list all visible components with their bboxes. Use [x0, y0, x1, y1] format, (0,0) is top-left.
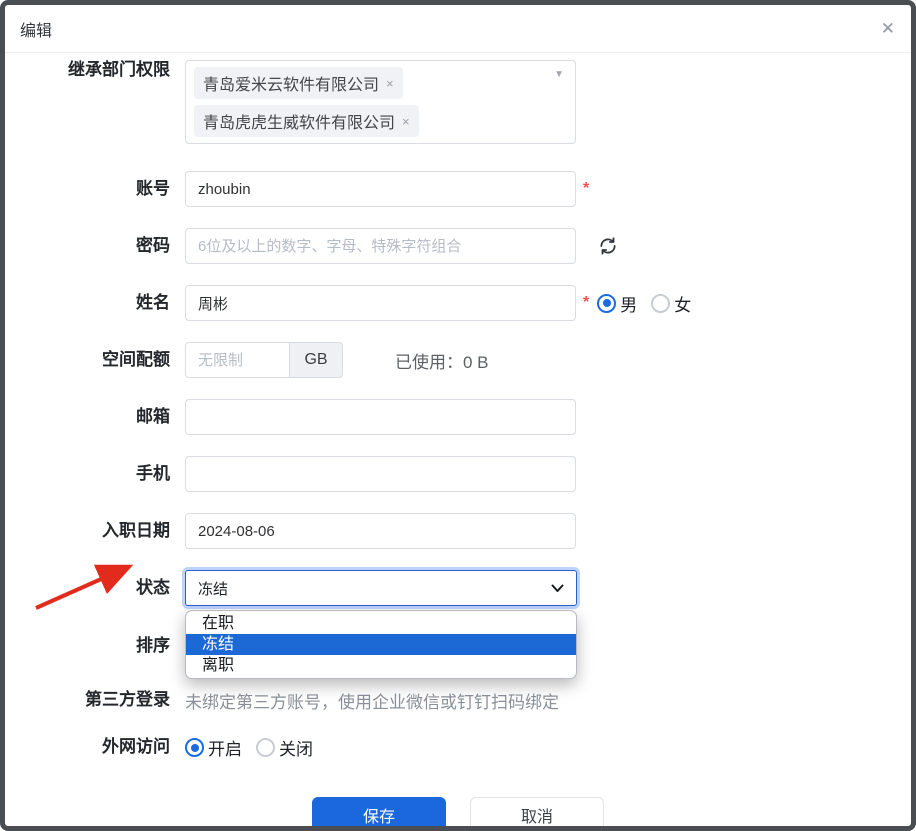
row-quota: 空间配额 GB 已使用：0 B — [5, 342, 911, 378]
edit-dialog: 编辑 ✕ 继承部门权限 青岛爱米云软件有限公司 × — [0, 0, 916, 831]
extranet-off-label: 关闭 — [279, 735, 313, 760]
quota-unit-addon: GB — [290, 342, 343, 378]
phone-label: 手机 — [5, 464, 170, 484]
extranet-label: 外网访问 — [5, 737, 170, 757]
password-label: 密码 — [5, 236, 170, 256]
gender-male-label: 男 — [620, 291, 637, 316]
status-label: 状态 — [5, 578, 170, 598]
status-option[interactable]: 在职 — [186, 613, 576, 634]
row-email: 邮箱 — [5, 399, 911, 435]
third-party-label: 第三方登录 — [5, 690, 170, 710]
row-third-party: 第三方登录 未绑定第三方账号，使用企业微信或钉钉扫码绑定 — [5, 688, 911, 713]
inherit-permission-label: 继承部门权限 — [5, 60, 170, 80]
inherit-permission-multiselect[interactable]: 青岛爱米云软件有限公司 × 青岛虎虎生威软件有限公司 × ▼ — [185, 60, 576, 144]
phone-input[interactable] — [185, 456, 576, 492]
gender-radio-group: 男 女 — [597, 291, 701, 316]
name-label: 姓名 — [5, 293, 170, 313]
status-dropdown-popup: 在职 冻结 离职 — [185, 610, 577, 679]
extranet-on-label: 开启 — [208, 735, 242, 760]
row-status: 状态 冻结 在职 冻结 离职 — [5, 570, 911, 606]
dialog-title: 编辑 — [20, 17, 52, 41]
password-input[interactable] — [185, 228, 576, 264]
dropdown-caret-icon[interactable]: ▼ — [554, 69, 564, 80]
hire-date-label: 入职日期 — [5, 521, 170, 541]
row-extranet: 外网访问 开启 关闭 — [5, 735, 911, 760]
close-icon[interactable]: ✕ — [881, 20, 895, 37]
quota-label: 空间配额 — [5, 350, 170, 370]
cancel-button[interactable]: 取消 — [470, 797, 604, 831]
row-inherit-permission: 继承部门权限 青岛爱米云软件有限公司 × 青岛虎虎生威软件有限公司 × ▼ — [5, 60, 911, 144]
save-button[interactable]: 保存 — [312, 797, 446, 831]
hire-date-input[interactable] — [185, 513, 576, 549]
third-party-hint: 未绑定第三方账号，使用企业微信或钉钉扫码绑定 — [185, 688, 559, 713]
quota-used-text: 已使用：0 B — [395, 348, 489, 373]
status-select[interactable]: 冻结 — [185, 570, 577, 606]
account-label: 账号 — [5, 179, 170, 199]
extranet-radio-group: 开启 关闭 — [185, 735, 323, 760]
status-option[interactable]: 离职 — [186, 655, 576, 676]
chevron-down-icon — [551, 584, 564, 593]
tag-text: 青岛爱米云软件有限公司 — [203, 71, 379, 95]
company-tag: 青岛虎虎生威软件有限公司 × — [194, 105, 419, 137]
gender-female-radio[interactable] — [651, 294, 670, 313]
dialog-footer: 保存 取消 — [5, 797, 911, 831]
row-hire-date: 入职日期 — [5, 513, 911, 549]
status-option[interactable]: 冻结 — [186, 634, 576, 655]
row-password: 密码 — [5, 228, 911, 264]
sort-label: 排序 — [5, 636, 170, 656]
row-account: 账号 * — [5, 171, 911, 207]
status-select-value: 冻结 — [198, 578, 228, 599]
required-asterisk: * — [583, 180, 589, 198]
refresh-password-icon[interactable] — [598, 236, 618, 256]
tag-remove-icon[interactable]: × — [386, 76, 394, 91]
email-input[interactable] — [185, 399, 576, 435]
gender-male-radio[interactable] — [597, 294, 616, 313]
account-input[interactable] — [185, 171, 576, 207]
row-name: 姓名 * 男 女 — [5, 285, 911, 321]
gender-female-label: 女 — [674, 291, 691, 316]
tag-text: 青岛虎虎生威软件有限公司 — [203, 109, 395, 133]
required-asterisk: * — [583, 294, 589, 312]
tag-remove-icon[interactable]: × — [402, 114, 410, 129]
company-tag: 青岛爱米云软件有限公司 × — [194, 67, 403, 99]
email-label: 邮箱 — [5, 407, 170, 427]
row-phone: 手机 — [5, 456, 911, 492]
quota-input[interactable] — [185, 342, 290, 378]
extranet-on-radio[interactable] — [185, 738, 204, 757]
dialog-body: 继承部门权限 青岛爱米云软件有限公司 × 青岛虎虎生威软件有限公司 × ▼ 账号 — [5, 53, 911, 831]
dialog-header: 编辑 ✕ — [5, 5, 911, 53]
extranet-off-radio[interactable] — [256, 738, 275, 757]
name-input[interactable] — [185, 285, 576, 321]
